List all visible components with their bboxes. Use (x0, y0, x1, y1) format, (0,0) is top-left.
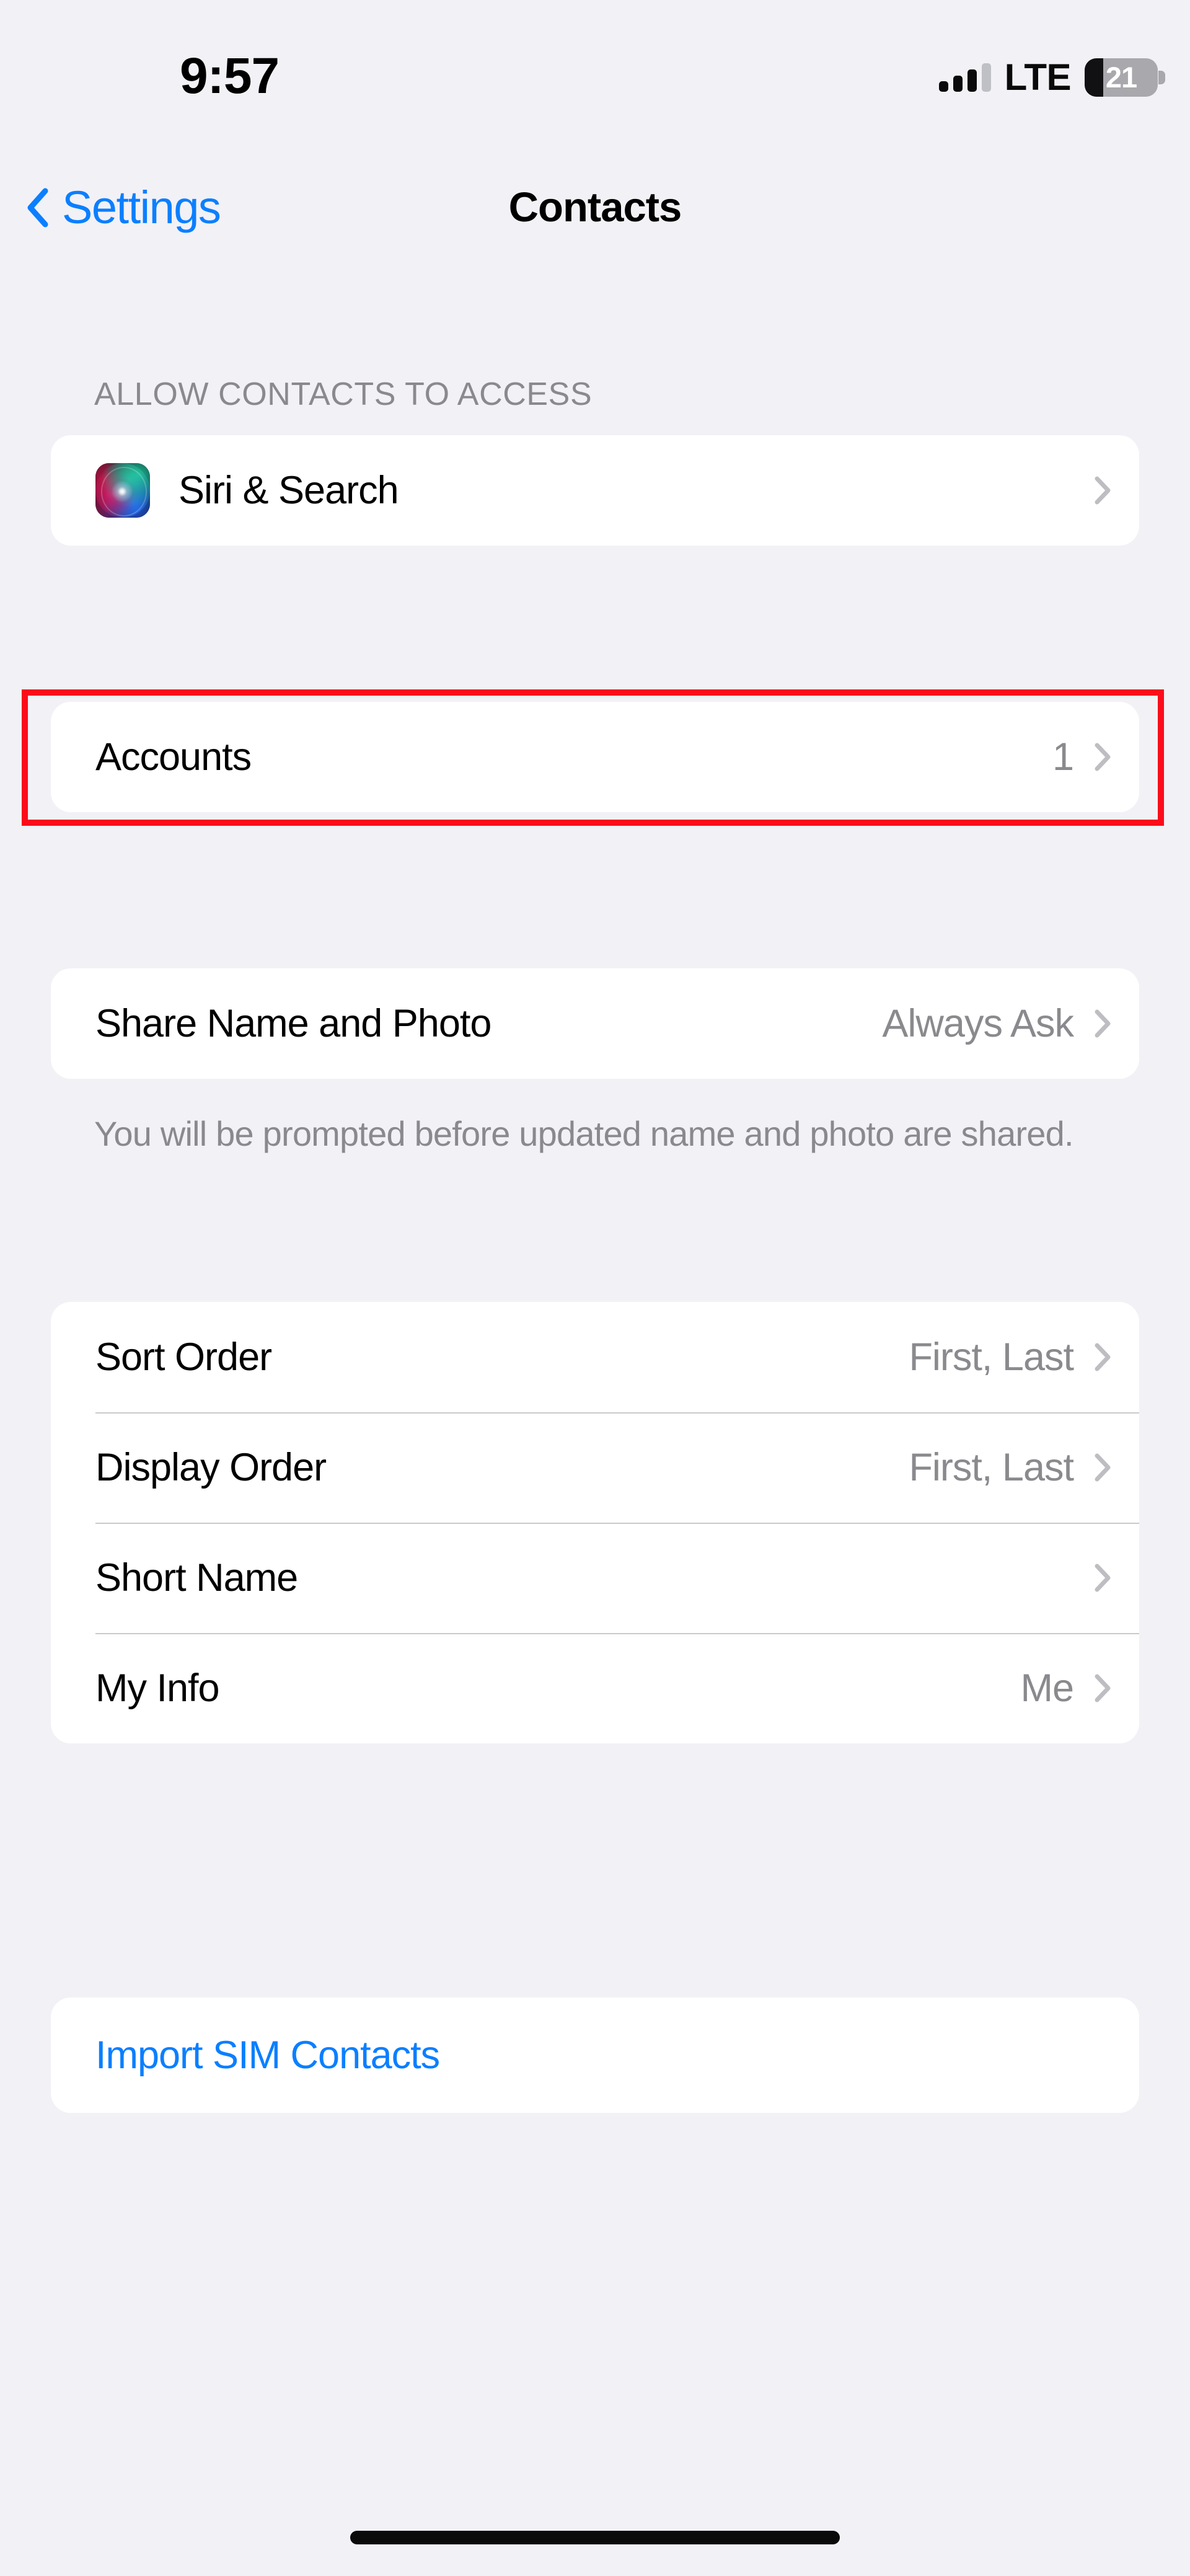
network-type-label: LTE (1004, 56, 1072, 98)
chevron-right-icon (1095, 1564, 1111, 1592)
row-label-share-name-and-photo: Share Name and Photo (95, 1001, 491, 1045)
navigation-bar: Settings Contacts (0, 174, 1190, 242)
chevron-right-icon (1095, 1343, 1111, 1371)
row-label-short-name: Short Name (95, 1556, 298, 1600)
phone-screen: 9:57 LTE 21 Settings Contacts ALLOW CONT… (0, 0, 1190, 2576)
row-value-share-name-and-photo: Always Ask (882, 1001, 1074, 1045)
status-bar: 9:57 LTE 21 (0, 0, 1190, 143)
chevron-right-icon (1095, 476, 1111, 505)
row-value-my-info: Me (1020, 1666, 1074, 1710)
row-label-display-order: Display Order (95, 1445, 327, 1489)
battery-percent-label: 21 (1105, 61, 1137, 94)
row-label-my-info: My Info (95, 1666, 220, 1710)
row-value-display-order: First, Last (909, 1445, 1074, 1489)
row-short-name[interactable]: Short Name (51, 1523, 1139, 1633)
battery-icon: 21 (1085, 58, 1165, 97)
row-label-siri-and-search: Siri & Search (178, 468, 399, 512)
status-bar-indicators: LTE 21 (938, 56, 1165, 98)
home-indicator[interactable] (350, 2531, 840, 2544)
cellular-signal-icon (938, 63, 991, 92)
row-label-accounts: Accounts (95, 735, 252, 779)
row-accounts[interactable]: Accounts 1 (51, 702, 1139, 812)
card-accounts: Accounts 1 (51, 702, 1139, 812)
row-import-sim-contacts[interactable]: Import SIM Contacts (51, 1998, 1139, 2113)
row-my-info[interactable]: My Info Me (51, 1633, 1139, 1743)
row-sort-order[interactable]: Sort Order First, Last (51, 1302, 1139, 1412)
row-label-sort-order: Sort Order (95, 1335, 272, 1379)
card-import-sim-contacts: Import SIM Contacts (51, 1998, 1139, 2113)
chevron-right-icon (1095, 1453, 1111, 1482)
row-value-accounts: 1 (1052, 735, 1074, 779)
card-share-name-and-photo: Share Name and Photo Always Ask (51, 968, 1139, 1079)
card-name-preferences: Sort Order First, Last Display Order Fir… (51, 1302, 1139, 1743)
footer-note-share-name-and-photo: You will be prompted before updated name… (94, 1114, 1074, 1153)
chevron-right-icon (1095, 1674, 1111, 1702)
status-bar-clock: 9:57 (179, 48, 280, 104)
row-value-sort-order: First, Last (909, 1335, 1074, 1379)
row-display-order[interactable]: Display Order First, Last (51, 1412, 1139, 1523)
chevron-right-icon (1095, 743, 1111, 771)
row-label-import-sim-contacts: Import SIM Contacts (95, 2033, 440, 2077)
card-allow-access: Siri & Search (51, 435, 1139, 546)
row-share-name-and-photo[interactable]: Share Name and Photo Always Ask (51, 968, 1139, 1079)
siri-icon (95, 463, 150, 518)
chevron-right-icon (1095, 1009, 1111, 1038)
page-title: Contacts (508, 184, 682, 231)
row-siri-and-search[interactable]: Siri & Search (51, 435, 1139, 546)
section-header-allow-access: ALLOW CONTACTS TO ACCESS (94, 376, 593, 412)
battery-cap (1158, 71, 1165, 84)
